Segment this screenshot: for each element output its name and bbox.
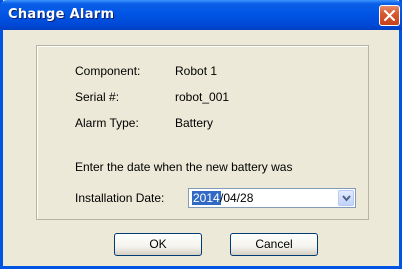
ok-button[interactable]: OK xyxy=(114,233,202,256)
component-value: Robot 1 xyxy=(175,64,218,78)
serial-label: Serial #: xyxy=(75,90,120,104)
change-alarm-dialog: Change Alarm Component: Robot 1 Serial #… xyxy=(0,0,402,269)
installation-date-picker[interactable]: 2014 /04/28 xyxy=(188,188,356,208)
date-year-selected[interactable]: 2014 xyxy=(192,191,221,205)
dialog-title: Change Alarm xyxy=(8,7,115,22)
cancel-button[interactable]: Cancel xyxy=(230,233,318,256)
alarm-type-label: Alarm Type: xyxy=(75,116,139,130)
instruction-text: Enter the date when the new battery was xyxy=(75,160,293,174)
chevron-down-icon xyxy=(342,195,351,202)
date-dropdown-button[interactable] xyxy=(338,190,354,206)
close-icon xyxy=(384,10,395,21)
installation-date-label: Installation Date: xyxy=(75,191,165,205)
close-button[interactable] xyxy=(379,5,400,26)
component-label: Component: xyxy=(75,64,141,78)
date-month-day[interactable]: /04/28 xyxy=(220,191,253,205)
alarm-type-value: Battery xyxy=(175,116,214,130)
serial-value: robot_001 xyxy=(175,90,230,104)
title-bar[interactable]: Change Alarm xyxy=(0,0,402,30)
